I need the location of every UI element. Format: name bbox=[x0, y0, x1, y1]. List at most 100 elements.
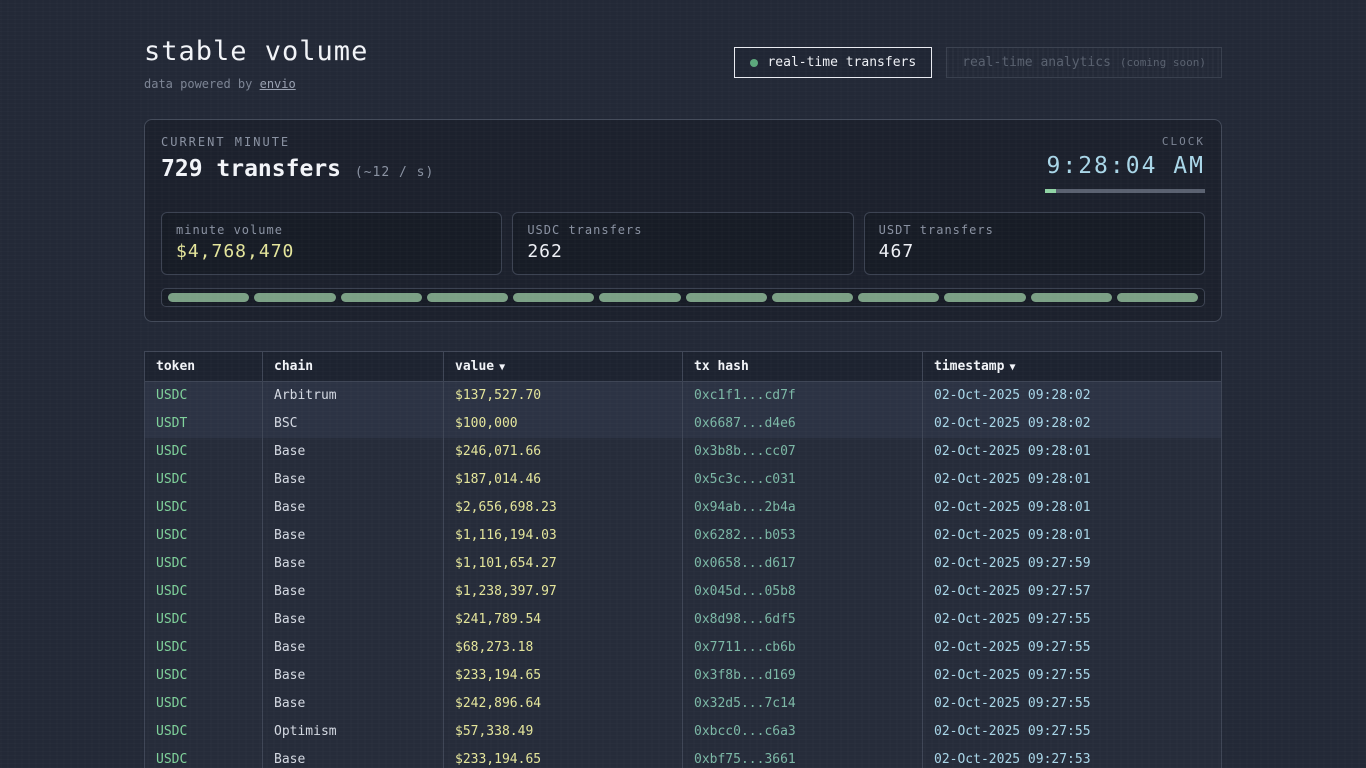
tx-hash-link[interactable]: 0x6282...b053 bbox=[683, 522, 923, 550]
chain-cell: Base bbox=[263, 438, 444, 466]
token-cell: USDC bbox=[145, 466, 263, 494]
value-cell: $233,194.65 bbox=[444, 746, 683, 768]
chain-cell: Base bbox=[263, 662, 444, 690]
tx-hash-link[interactable]: 0x045d...05b8 bbox=[683, 578, 923, 606]
token-cell: USDC bbox=[145, 578, 263, 606]
column-header-timestamp[interactable]: timestamp▼ bbox=[923, 352, 1221, 381]
current-minute-label: CURRENT MINUTE bbox=[161, 135, 434, 149]
value-cell: $242,896.64 bbox=[444, 690, 683, 718]
token-cell: USDC bbox=[145, 634, 263, 662]
transfer-count: 729 transfers (~12 / s) bbox=[161, 156, 434, 182]
tx-hash-link[interactable]: 0x5c3c...c031 bbox=[683, 466, 923, 494]
activity-segment bbox=[686, 293, 767, 302]
timestamp-cell: 02-Oct-2025 09:28:01 bbox=[923, 438, 1221, 466]
chain-cell: Arbitrum bbox=[263, 382, 444, 410]
tx-hash-link[interactable]: 0xbcc0...c6a3 bbox=[683, 718, 923, 746]
table-row: USDCBase$246,071.660x3b8b...cc0702-Oct-2… bbox=[145, 438, 1221, 466]
activity-segment bbox=[513, 293, 594, 302]
column-label: tx hash bbox=[694, 359, 749, 374]
activity-segment bbox=[1031, 293, 1112, 302]
timestamp-cell: 02-Oct-2025 09:27:55 bbox=[923, 634, 1221, 662]
table-row: USDCBase$233,194.650xbf75...366102-Oct-2… bbox=[145, 746, 1221, 768]
transfer-count-value: 729 transfers bbox=[161, 156, 341, 182]
table-row: USDCBase$233,194.650x3f8b...d16902-Oct-2… bbox=[145, 662, 1221, 690]
timestamp-cell: 02-Oct-2025 09:28:01 bbox=[923, 494, 1221, 522]
chain-cell: Base bbox=[263, 578, 444, 606]
table-row: USDCBase$2,656,698.230x94ab...2b4a02-Oct… bbox=[145, 494, 1221, 522]
stat-value: $4,768,470 bbox=[176, 241, 487, 262]
clock-time: 9:28:04 AM bbox=[1045, 153, 1205, 179]
tab-realtime-transfers[interactable]: real-time transfers bbox=[734, 47, 932, 78]
tab-realtime-analytics[interactable]: real-time analytics (coming soon) bbox=[946, 47, 1222, 78]
activity-segment bbox=[944, 293, 1025, 302]
coming-soon-badge: (coming soon) bbox=[1120, 56, 1206, 69]
view-tabs: real-time transfers real-time analytics … bbox=[734, 47, 1222, 78]
tx-hash-link[interactable]: 0x3b8b...cc07 bbox=[683, 438, 923, 466]
activity-segment bbox=[254, 293, 335, 302]
clock-block: CLOCK 9:28:04 AM bbox=[1045, 135, 1205, 193]
chain-cell: Base bbox=[263, 746, 444, 768]
table-header: token chain value▼ tx hash timestamp▼ bbox=[145, 352, 1221, 382]
value-cell: $1,101,654.27 bbox=[444, 550, 683, 578]
value-cell: $241,789.54 bbox=[444, 606, 683, 634]
value-cell: $187,014.46 bbox=[444, 466, 683, 494]
column-header-value[interactable]: value▼ bbox=[444, 352, 683, 381]
chain-cell: Base bbox=[263, 550, 444, 578]
table-row: USDCBase$1,101,654.270x0658...d61702-Oct… bbox=[145, 550, 1221, 578]
stat-usdt-transfers: USDT transfers 467 bbox=[864, 212, 1205, 275]
stat-row: minute volume $4,768,470 USDC transfers … bbox=[161, 212, 1205, 275]
activity-segment bbox=[772, 293, 853, 302]
column-label: token bbox=[156, 359, 195, 374]
chain-cell: Base bbox=[263, 634, 444, 662]
token-cell: USDT bbox=[145, 410, 263, 438]
timestamp-cell: 02-Oct-2025 09:27:57 bbox=[923, 578, 1221, 606]
tx-hash-link[interactable]: 0xbf75...3661 bbox=[683, 746, 923, 768]
timestamp-cell: 02-Oct-2025 09:28:01 bbox=[923, 466, 1221, 494]
stat-value: 467 bbox=[879, 241, 1190, 262]
stat-minute-volume: minute volume $4,768,470 bbox=[161, 212, 502, 275]
tx-hash-link[interactable]: 0x32d5...7c14 bbox=[683, 690, 923, 718]
chain-cell: BSC bbox=[263, 410, 444, 438]
column-label: chain bbox=[274, 359, 313, 374]
tx-hash-link[interactable]: 0x7711...cb6b bbox=[683, 634, 923, 662]
tx-hash-link[interactable]: 0x94ab...2b4a bbox=[683, 494, 923, 522]
column-header-chain[interactable]: chain bbox=[263, 352, 444, 381]
clock-label: CLOCK bbox=[1045, 135, 1205, 148]
tab-analytics-label: real-time analytics bbox=[962, 55, 1111, 70]
table-row: USDCBase$1,238,397.970x045d...05b802-Oct… bbox=[145, 578, 1221, 606]
panel-top: CURRENT MINUTE 729 transfers (~12 / s) C… bbox=[161, 135, 1205, 193]
sort-arrow-icon: ▼ bbox=[1009, 362, 1015, 373]
value-cell: $57,338.49 bbox=[444, 718, 683, 746]
timestamp-cell: 02-Oct-2025 09:28:02 bbox=[923, 382, 1221, 410]
activity-segment bbox=[341, 293, 422, 302]
subtitle: data powered by envio bbox=[144, 77, 368, 91]
table-row: USDCBase$1,116,194.030x6282...b05302-Oct… bbox=[145, 522, 1221, 550]
column-header-token[interactable]: token bbox=[145, 352, 263, 381]
activity-segment bbox=[168, 293, 249, 302]
activity-segment bbox=[599, 293, 680, 302]
token-cell: USDC bbox=[145, 606, 263, 634]
activity-segment bbox=[858, 293, 939, 302]
tx-hash-link[interactable]: 0x6687...d4e6 bbox=[683, 410, 923, 438]
table-row: USDCBase$187,014.460x5c3c...c03102-Oct-2… bbox=[145, 466, 1221, 494]
tx-hash-link[interactable]: 0x0658...d617 bbox=[683, 550, 923, 578]
timestamp-cell: 02-Oct-2025 09:28:02 bbox=[923, 410, 1221, 438]
timestamp-cell: 02-Oct-2025 09:27:59 bbox=[923, 550, 1221, 578]
minute-progress-track bbox=[1045, 189, 1205, 193]
value-cell: $1,238,397.97 bbox=[444, 578, 683, 606]
tx-hash-link[interactable]: 0x3f8b...d169 bbox=[683, 662, 923, 690]
transfers-table: token chain value▼ tx hash timestamp▼ USDC Ar… bbox=[144, 351, 1222, 768]
tx-hash-link[interactable]: 0x8d98...6df5 bbox=[683, 606, 923, 634]
timestamp-cell: 02-Oct-2025 09:27:55 bbox=[923, 662, 1221, 690]
table-row: USDTBSC$100,0000x6687...d4e602-Oct-2025 … bbox=[145, 410, 1221, 438]
envio-link[interactable]: envio bbox=[260, 77, 296, 91]
tx-hash-link[interactable]: 0xc1f1...cd7f bbox=[683, 382, 923, 410]
column-header-tx-hash[interactable]: tx hash bbox=[683, 352, 923, 381]
chain-cell: Optimism bbox=[263, 718, 444, 746]
timestamp-cell: 02-Oct-2025 09:27:55 bbox=[923, 690, 1221, 718]
token-cell: USDC bbox=[145, 550, 263, 578]
table-body: USDCArbitrum$137,527.700xc1f1...cd7f02-O… bbox=[145, 382, 1221, 768]
minute-progress-fill bbox=[1045, 189, 1056, 193]
chain-cell: Base bbox=[263, 466, 444, 494]
chain-cell: Base bbox=[263, 494, 444, 522]
